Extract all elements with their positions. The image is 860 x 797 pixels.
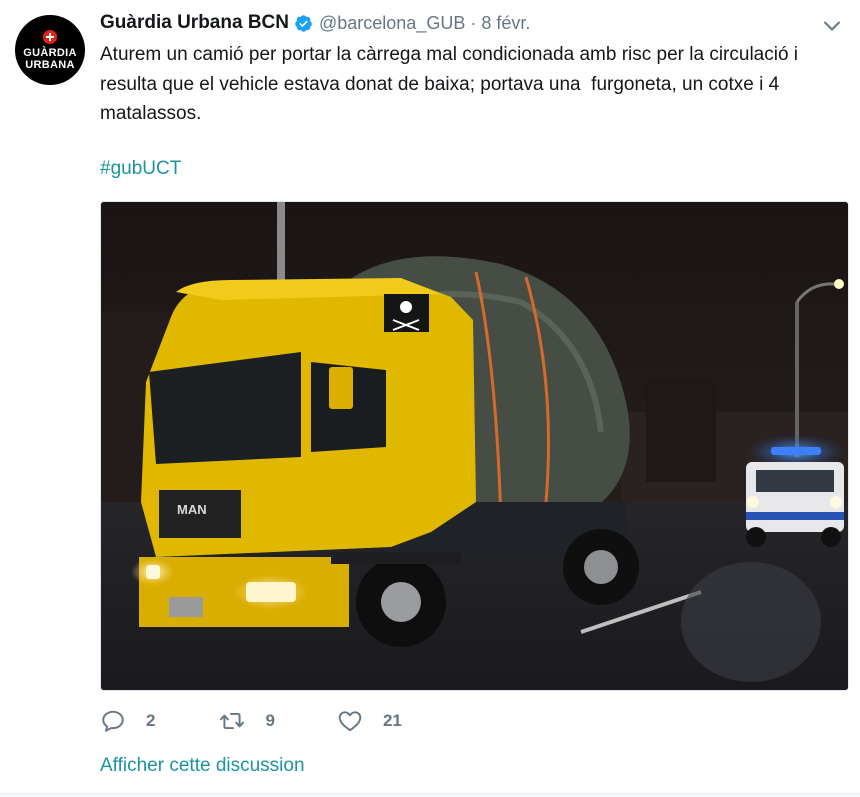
reply-count: 2 xyxy=(146,711,156,730)
reply-button[interactable]: 2 xyxy=(100,708,155,734)
cab-brand-text: MAN xyxy=(177,502,207,517)
reply-icon xyxy=(102,710,124,732)
like-count: 21 xyxy=(382,711,402,730)
tweet-card[interactable]: GUÀRDIA URBANA Guàrdia Urbana BCN @barce… xyxy=(0,0,860,794)
tweet-actions: 2 9 21 xyxy=(100,706,402,736)
avatar-text-line1: GUÀRDIA xyxy=(23,46,77,59)
verified-badge-icon xyxy=(295,14,312,32)
chevron-down-icon[interactable] xyxy=(820,14,844,38)
retweet-button[interactable]: 9 xyxy=(219,708,275,734)
like-button[interactable]: 21 xyxy=(337,708,402,734)
hashtag-link[interactable]: #gubUCT xyxy=(100,158,181,180)
tweet-date[interactable]: 8 févr. xyxy=(481,13,530,34)
separator-dot: · xyxy=(470,12,477,33)
retweet-count: 9 xyxy=(265,711,275,730)
avatar[interactable]: GUÀRDIA URBANA xyxy=(15,15,85,85)
tweet-photo[interactable]: MAN xyxy=(100,201,849,691)
barcelona-emblem-icon xyxy=(43,29,57,44)
heart-icon xyxy=(338,711,362,732)
account-handle[interactable]: @barcelona_GUB xyxy=(319,13,465,34)
show-thread-link[interactable]: Afficher cette discussion xyxy=(100,755,305,777)
retweet-icon xyxy=(220,712,245,730)
avatar-text-line2: URBANA xyxy=(25,58,75,71)
display-name[interactable]: Guàrdia Urbana BCN xyxy=(100,12,289,34)
tweet-text: Aturem un camió per portar la càrrega ma… xyxy=(100,44,804,124)
photo-truck-icon: MAN xyxy=(101,202,848,690)
tweet-header: Guàrdia Urbana BCN @barcelona_GUB · 8 fé… xyxy=(100,10,530,36)
